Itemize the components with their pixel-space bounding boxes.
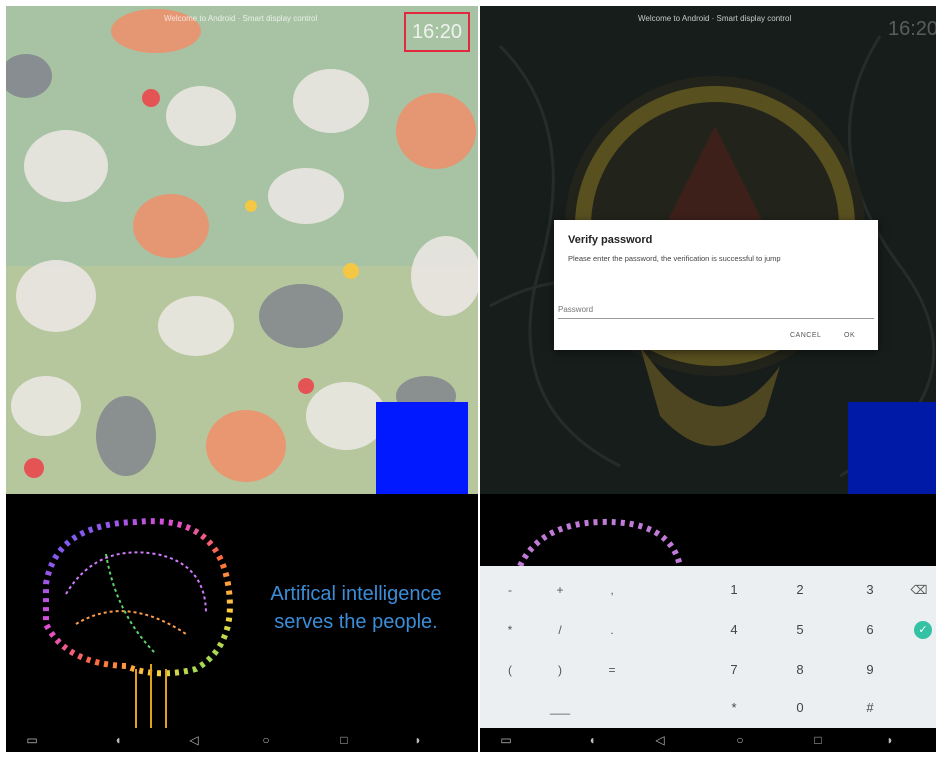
volume-up-icon[interactable]: ◗ — [410, 732, 426, 748]
back-icon[interactable]: ◁ — [186, 732, 202, 748]
key-9[interactable]: 9 — [850, 656, 890, 684]
ai-caption: Artifical intelligence serves the people… — [261, 580, 451, 636]
key-plus[interactable]: + — [540, 576, 580, 604]
key-5[interactable]: 5 — [780, 616, 820, 644]
key-star[interactable]: * — [714, 694, 754, 722]
key-close-paren[interactable]: ) — [540, 656, 580, 684]
clock: 16:20 — [888, 18, 936, 40]
numeric-keyboard-area: - + , 1 2 3 ⌫ * / . 4 5 6 ✓ ( ) = 7 8 9 … — [480, 494, 936, 752]
space-key[interactable]: ___ — [540, 694, 580, 722]
key-asterisk[interactable]: * — [490, 616, 530, 644]
verify-password-dialog: Verify password Please enter the passwor… — [554, 220, 878, 350]
dialog-message: Please enter the password, the verificat… — [568, 254, 781, 263]
accent-square[interactable] — [848, 402, 936, 494]
volume-down-icon[interactable]: ◖ — [110, 732, 126, 748]
ok-button[interactable]: OK — [844, 332, 855, 339]
key-0[interactable]: 0 — [780, 694, 820, 722]
key-8[interactable]: 8 — [780, 656, 820, 684]
password-input[interactable] — [558, 300, 874, 319]
cancel-button[interactable]: CANCEL — [790, 332, 821, 339]
navigation-bar: ▭ ◖ ◁ ○ □ ◗ — [480, 728, 936, 752]
volume-down-icon[interactable]: ◖ — [584, 732, 600, 748]
key-hash[interactable]: # — [850, 694, 890, 722]
key-4[interactable]: 4 — [714, 616, 754, 644]
key-comma[interactable]: , — [592, 576, 632, 604]
key-6[interactable]: 6 — [850, 616, 890, 644]
key-equals[interactable]: = — [592, 656, 632, 684]
clock: 16:20 — [404, 12, 471, 52]
ai-caption-line1: Artifical intelligence — [270, 583, 442, 605]
key-open-paren[interactable]: ( — [490, 656, 530, 684]
recents-icon[interactable]: □ — [336, 732, 352, 748]
ai-caption-line2: serves the people. — [274, 611, 438, 633]
back-icon[interactable]: ◁ — [652, 732, 668, 748]
screenshot-icon[interactable]: ▭ — [24, 732, 40, 748]
status-bar-text: Welcome to Android · Smart display contr… — [638, 14, 792, 23]
navigation-bar: ▭ ◖ ◁ ○ □ ◗ — [6, 728, 478, 752]
left-home-screen: Welcome to Android · Smart display contr… — [6, 6, 478, 494]
accent-square[interactable] — [376, 402, 468, 494]
recents-icon[interactable]: □ — [810, 732, 826, 748]
backspace-key[interactable]: ⌫ — [904, 576, 934, 604]
ai-banner: Artifical intelligence serves the people… — [6, 494, 478, 752]
brain-circuit-image — [517, 518, 683, 566]
key-2[interactable]: 2 — [780, 576, 820, 604]
key-7[interactable]: 7 — [714, 656, 754, 684]
home-icon[interactable]: ○ — [732, 732, 748, 748]
key-slash[interactable]: / — [540, 616, 580, 644]
enter-check-icon[interactable]: ✓ — [914, 621, 932, 639]
key-3[interactable]: 3 — [850, 576, 890, 604]
screenshot-icon[interactable]: ▭ — [498, 732, 514, 748]
numeric-keyboard: - + , 1 2 3 ⌫ * / . 4 5 6 ✓ ( ) = 7 8 9 … — [480, 566, 936, 728]
status-bar-text: Welcome to Android · Smart display contr… — [164, 14, 318, 23]
home-icon[interactable]: ○ — [258, 732, 274, 748]
right-lock-screen: Welcome to Android · Smart display contr… — [480, 6, 936, 494]
key-period[interactable]: . — [592, 616, 632, 644]
key-1[interactable]: 1 — [714, 576, 754, 604]
key-minus[interactable]: - — [490, 576, 530, 604]
dialog-title: Verify password — [568, 234, 653, 246]
volume-up-icon[interactable]: ◗ — [882, 732, 898, 748]
